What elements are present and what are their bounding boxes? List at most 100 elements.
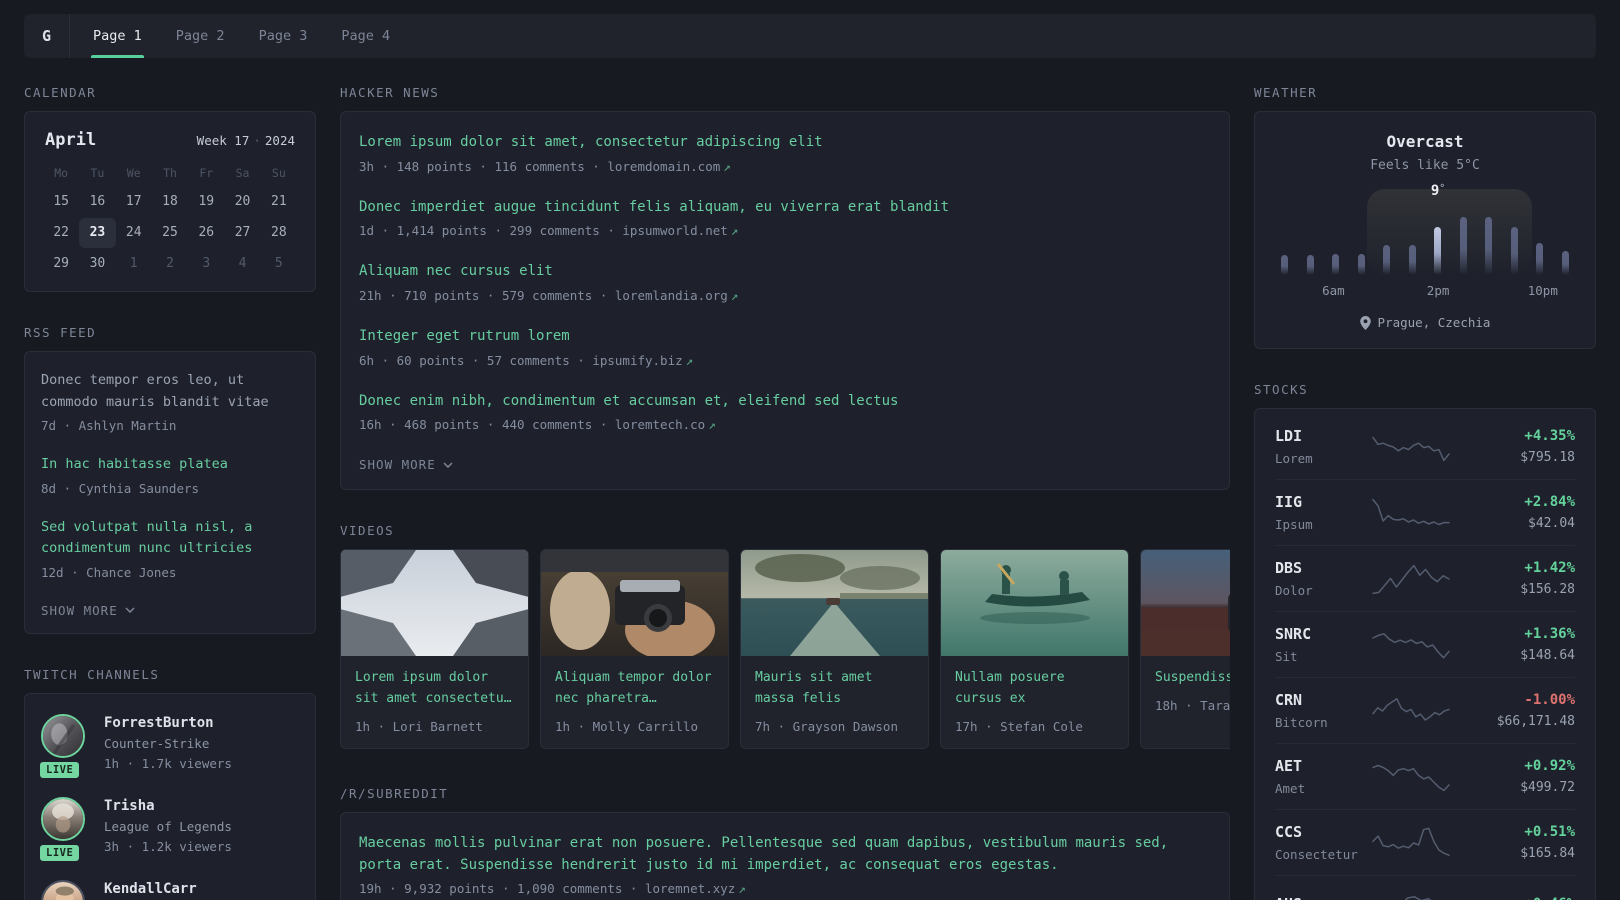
- video-card[interactable]: Nullam posuere cursus ex 17h · Stefan Co…: [940, 549, 1129, 750]
- hn-item: Integer eget rutrum lorem 6h · 60 points…: [359, 326, 1211, 368]
- weather-bar: [1434, 227, 1442, 275]
- stock-name: Dolor: [1275, 583, 1313, 598]
- live-badge: LIVE: [38, 842, 82, 863]
- stocks-section-title: STOCKS: [1254, 382, 1309, 397]
- rss-item: In hac habitasse platea 8d · Cynthia Sau…: [41, 454, 299, 496]
- tab-page-4[interactable]: Page 4: [324, 14, 407, 58]
- hn-item-domain-link[interactable]: loremlandia.org: [615, 288, 728, 303]
- stock-name: Bitcorn: [1275, 715, 1328, 730]
- hn-item-domain-link[interactable]: loremdomain.com: [607, 159, 720, 174]
- weather-bar: [1561, 251, 1569, 275]
- tab-page-1[interactable]: Page 1: [76, 14, 159, 58]
- stock-symbol: IIG: [1275, 493, 1303, 511]
- rss-item: Sed volutpat nulla nisl, a condimentum n…: [41, 517, 299, 580]
- hn-item-domain-link[interactable]: loremtech.co: [615, 417, 705, 432]
- calendar-day: 25: [162, 225, 178, 240]
- stock-row[interactable]: IIG Ipsum +2.84% $42.04: [1275, 479, 1575, 545]
- weather-hourly-chart: 9°: [1281, 183, 1569, 277]
- main-column: HACKER NEWS Lorem ipsum dolor sit amet, …: [340, 85, 1230, 900]
- stock-row[interactable]: AHS +0.46%: [1275, 875, 1575, 900]
- weather-location: Prague, Czechia: [1377, 315, 1491, 330]
- weather-chart-bars: [1281, 217, 1569, 275]
- twitch-channel-name: ForrestBurton: [104, 714, 214, 731]
- current-temp-label: 9°: [1430, 183, 1446, 199]
- stock-row[interactable]: CCS Consectetur +0.51% $165.84: [1275, 809, 1575, 875]
- weather-section-title: WEATHER: [1254, 85, 1318, 100]
- calendar-day: 19: [198, 194, 215, 209]
- video-card[interactable]: Suspendisse diam 18h · Tara: [1140, 549, 1230, 750]
- hn-item-domain-link[interactable]: ipsumworld.net: [622, 223, 727, 238]
- calendar-day-today: 23: [79, 218, 116, 248]
- stock-name: Consectetur: [1275, 847, 1358, 862]
- tab-label: Page 1: [93, 28, 142, 44]
- calendar-day: 29: [53, 256, 69, 271]
- hn-item-link[interactable]: Donec imperdiet augue tincidunt felis al…: [359, 197, 1211, 219]
- hn-item-link[interactable]: Aliquam nec cursus elit: [359, 261, 1211, 283]
- top-nav: G Page 1 Page 2 Page 3 Page 4: [24, 14, 1596, 58]
- weather-time-label: 2pm: [1426, 283, 1450, 298]
- hn-item-link[interactable]: Integer eget rutrum lorem: [359, 326, 1211, 348]
- calendar-widget: CALENDAR April Week 17 · 2024 Mo Tu We Th …: [24, 85, 316, 292]
- weather-bar: [1459, 217, 1467, 275]
- video-card[interactable]: Lorem ipsum dolor sit amet consectetu… 1…: [340, 549, 529, 750]
- calendar-day: 18: [162, 194, 178, 209]
- reddit-post-link[interactable]: Maecenas mollis pulvinar erat non posuer…: [359, 833, 1211, 876]
- external-link-icon: ↗: [738, 881, 746, 897]
- twitch-channel-name: KendallCarr: [104, 880, 197, 897]
- stock-row[interactable]: SNRC Sit +1.36% $148.64: [1275, 611, 1575, 677]
- stock-name: Amet: [1275, 781, 1306, 796]
- twitch-channel-row[interactable]: LIVE ForrestBurton Counter-Strike 1h · 1…: [38, 713, 299, 780]
- app-logo[interactable]: G: [24, 14, 70, 58]
- hn-show-more-button[interactable]: SHOW MORE: [359, 457, 453, 472]
- reddit-post-domain-link[interactable]: loremnet.xyz: [645, 881, 735, 896]
- rss-item-link[interactable]: Sed volutpat nulla nisl, a condimentum n…: [41, 517, 299, 560]
- twitch-channel-game: League of Legends: [104, 818, 232, 834]
- stock-sparkline: [1372, 764, 1450, 791]
- hn-item-link[interactable]: Donec enim nibh, condimentum et accumsan…: [359, 391, 1211, 413]
- rss-show-more-button[interactable]: SHOW MORE: [41, 603, 135, 618]
- tab-label: Page 3: [258, 28, 308, 44]
- hacker-news-section-title: HACKER NEWS: [340, 85, 440, 100]
- stock-row[interactable]: LDI Lorem +4.35% $795.18: [1275, 414, 1575, 479]
- external-link-icon: ↗: [730, 223, 739, 239]
- weather-bar: [1510, 227, 1518, 275]
- rss-item-link[interactable]: In hac habitasse platea: [41, 454, 299, 476]
- weather-time-label: 10pm: [1527, 283, 1558, 298]
- video-thumbnail: [941, 550, 1128, 657]
- stock-name: Sit: [1275, 649, 1298, 664]
- live-badge: LIVE: [38, 759, 82, 780]
- video-meta: 1h · Lori Barnett: [355, 719, 483, 735]
- twitch-widget: TWITCH CHANNELS LIVE ForrestBurton Count…: [24, 667, 316, 900]
- twitch-section-title: TWITCH CHANNELS: [24, 666, 160, 682]
- video-card[interactable]: Aliquam tempor dolor nec pharetra… 1h · …: [540, 549, 729, 750]
- rss-widget: RSS FEED Donec tempor eros leo, ut commo…: [24, 325, 316, 634]
- stock-change: +1.36%: [1524, 626, 1575, 642]
- calendar-section-title: CALENDAR: [24, 85, 97, 100]
- tab-page-2[interactable]: Page 2: [159, 14, 242, 58]
- hn-item-domain-link[interactable]: ipsumify.biz: [592, 353, 682, 368]
- calendar-month: April: [45, 130, 97, 150]
- stock-change: +4.35%: [1524, 428, 1575, 444]
- video-meta: 17h · Stefan Cole: [955, 719, 1083, 735]
- hn-item: Donec enim nibh, condimentum et accumsan…: [359, 391, 1211, 433]
- hn-item-link[interactable]: Lorem ipsum dolor sit amet, consectetur …: [359, 132, 1211, 154]
- stock-row[interactable]: AET Amet +0.92% $499.72: [1275, 743, 1575, 809]
- twitch-channel-row[interactable]: LIVE Trisha League of Legends 3h · 1.2k …: [38, 796, 299, 863]
- stock-row[interactable]: CRN Bitcorn -1.00% $66,171.48: [1275, 677, 1575, 743]
- twitch-channel-row[interactable]: KendallCarr: [41, 879, 299, 900]
- hn-item-meta: 16h · 468 points · 440 comments · loremt…: [359, 417, 716, 433]
- stock-sparkline: [1372, 564, 1450, 594]
- rss-item-link[interactable]: Donec tempor eros leo, ut commodo mauris…: [41, 370, 299, 413]
- calendar-day: 15: [53, 194, 69, 209]
- weather-bar: [1281, 255, 1288, 275]
- calendar-day: 24: [125, 225, 142, 240]
- external-link-icon: ↗: [708, 417, 716, 433]
- twitch-channel-game: Counter-Strike: [104, 735, 210, 751]
- calendar-day-header: Mo: [54, 166, 69, 180]
- calendar-day: 21: [271, 194, 287, 209]
- video-card[interactable]: Mauris sit amet massa felis 7h · Grayson…: [740, 549, 929, 750]
- stock-row[interactable]: DBS Dolor +1.42% $156.28: [1275, 545, 1575, 611]
- reddit-post: Maecenas mollis pulvinar erat non posuer…: [359, 833, 1211, 896]
- tab-page-3[interactable]: Page 3: [242, 14, 325, 58]
- weather-bar: [1357, 254, 1365, 275]
